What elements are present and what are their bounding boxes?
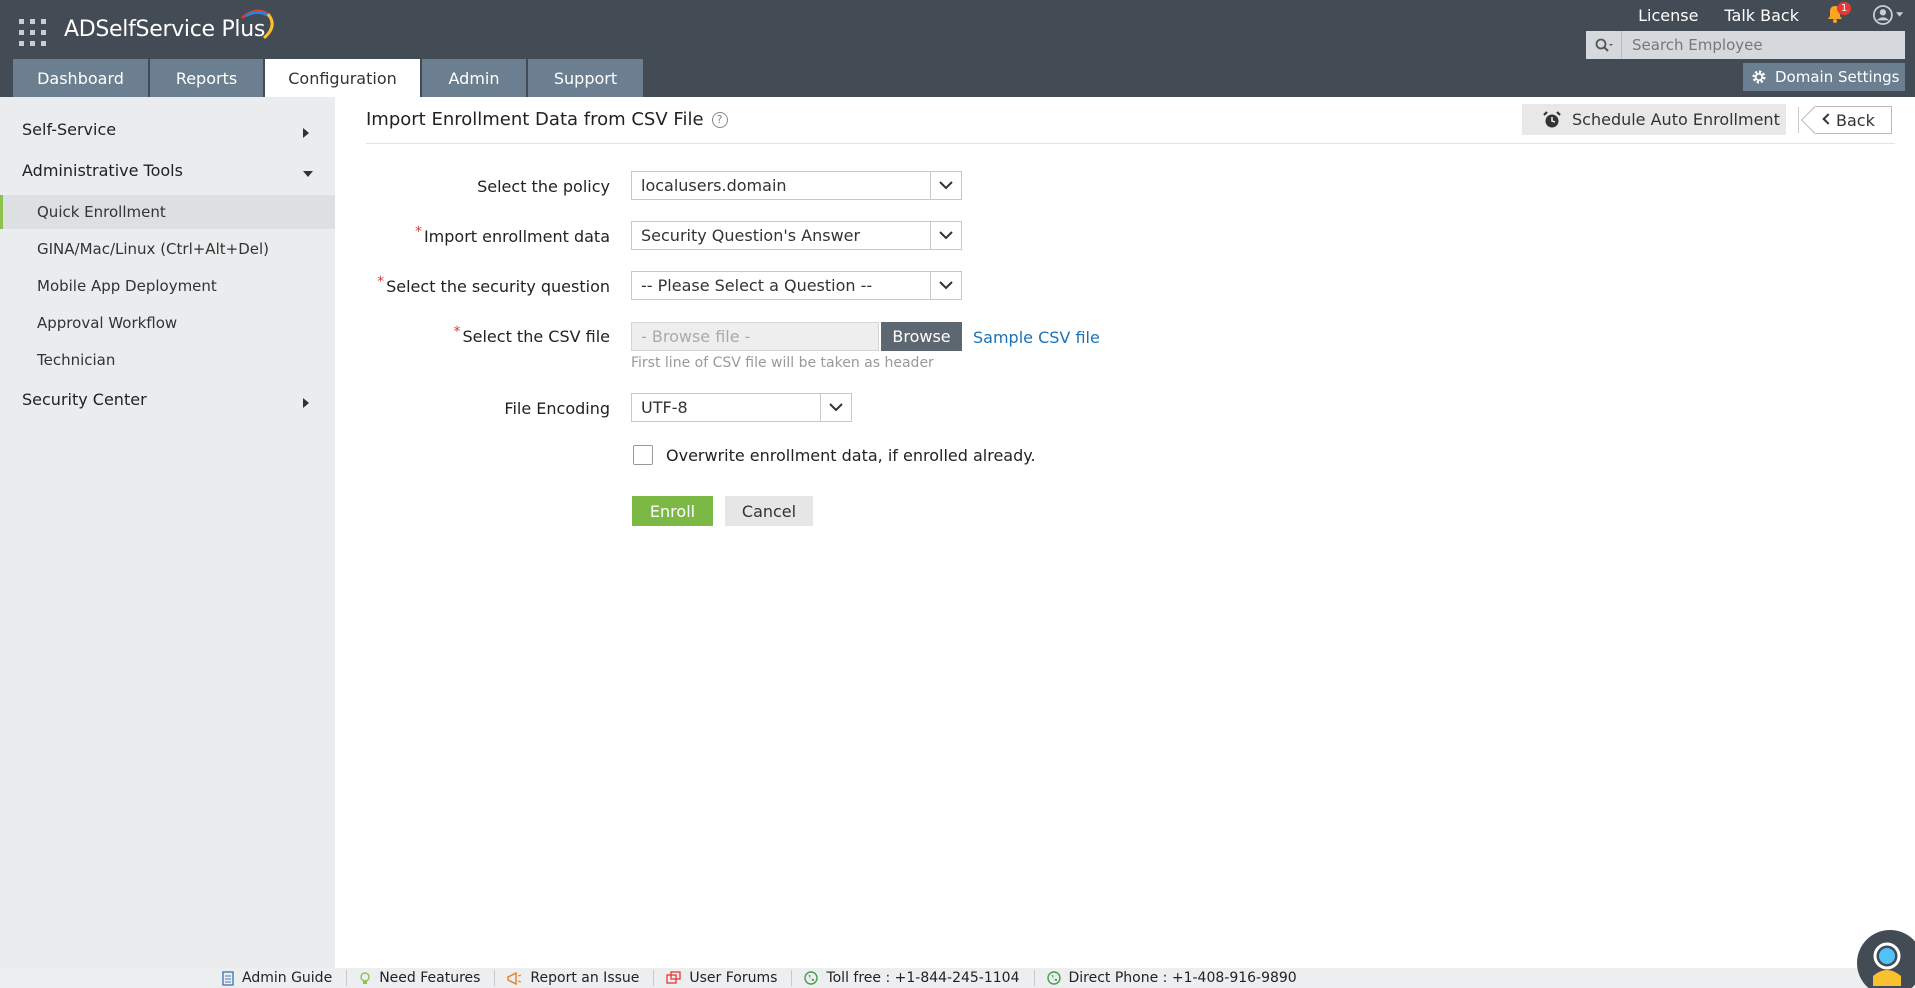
policy-select-value: localusers.domain: [641, 176, 787, 195]
product-logo[interactable]: ADSelfService Plus: [64, 17, 265, 42]
chevron-down-icon[interactable]: [303, 171, 313, 177]
footer-report-issue[interactable]: Report an Issue: [507, 970, 655, 986]
footer-need-features[interactable]: Need Features: [359, 970, 496, 986]
schedule-auto-enrollment-button[interactable]: Schedule Auto Enrollment: [1522, 104, 1786, 135]
cancel-button[interactable]: Cancel: [725, 496, 813, 526]
notification-bell[interactable]: 1: [1825, 2, 1852, 26]
page-title: Import Enrollment Data from CSV File ?: [366, 109, 728, 130]
sidebar-item-gina-mac-linux[interactable]: GINA/Mac/Linux (Ctrl+Alt+Del): [0, 232, 335, 266]
footer-user-forums[interactable]: User Forums: [666, 970, 793, 986]
policy-select[interactable]: localusers.domain: [631, 171, 962, 200]
alarm-clock-icon: [1543, 110, 1561, 127]
main-content: Import Enrollment Data from CSV File ? S…: [335, 97, 1915, 968]
tab-configuration[interactable]: Configuration: [265, 59, 420, 97]
csv-header-hint: First line of CSV file will be taken as …: [631, 355, 934, 371]
lightbulb-icon: [360, 971, 370, 984]
chevron-down-icon[interactable]: [930, 272, 961, 299]
chevron-down-icon[interactable]: [930, 172, 961, 199]
chevron-right-icon[interactable]: [303, 398, 309, 408]
sidebar-section-self-service[interactable]: Self-Service: [22, 120, 116, 139]
phone-icon: [1046, 971, 1061, 985]
footer: Admin Guide Need Features Report an Issu…: [0, 968, 1915, 988]
document-icon: [222, 970, 234, 986]
tab-support[interactable]: Support: [528, 59, 643, 97]
file-encoding-select-value: UTF-8: [641, 398, 688, 417]
import-data-select-value: Security Question's Answer: [641, 226, 861, 245]
required-marker: *: [377, 274, 385, 290]
sidebar: Self-Service Administrative Tools Quick …: [0, 97, 335, 968]
back-button[interactable]: Back: [1814, 106, 1892, 134]
employee-search: [1586, 31, 1905, 59]
chat-agent-icon: [1873, 942, 1901, 986]
search-icon[interactable]: [1586, 31, 1622, 59]
security-question-select[interactable]: -- Please Select a Question --: [631, 271, 962, 300]
sidebar-item-mobile-app-deployment[interactable]: Mobile App Deployment: [0, 269, 335, 303]
csv-file-label: * Select the CSV file: [453, 324, 610, 346]
chevron-down-icon[interactable]: [820, 394, 851, 421]
chevron-right-icon[interactable]: [303, 128, 309, 138]
talk-back-link[interactable]: Talk Back: [1724, 6, 1799, 25]
forum-icon: [666, 971, 682, 984]
import-data-select[interactable]: Security Question's Answer: [631, 221, 962, 250]
gear-icon: [1752, 70, 1766, 84]
app-grid-icon[interactable]: [19, 19, 46, 46]
chevron-down-icon[interactable]: [930, 222, 961, 249]
title-divider: [366, 143, 1895, 144]
help-icon[interactable]: ?: [711, 111, 728, 128]
app-header: ADSelfService Plus License Talk Back 1 S…: [0, 0, 1915, 97]
sidebar-item-quick-enrollment[interactable]: Quick Enrollment: [0, 195, 335, 229]
enroll-button[interactable]: Enroll: [632, 496, 713, 526]
schedule-auto-enrollment-label: Schedule Auto Enrollment: [1572, 110, 1780, 129]
back-label: Back: [1836, 110, 1875, 130]
file-encoding-label: File Encoding: [504, 399, 610, 418]
required-marker: *: [453, 324, 461, 340]
security-question-select-value: -- Please Select a Question --: [641, 276, 873, 295]
required-marker: *: [414, 224, 422, 240]
main-tabs: Dashboard Reports Configuration Admin Su…: [13, 59, 645, 97]
file-encoding-select[interactable]: UTF-8: [631, 393, 852, 422]
browse-button[interactable]: Browse: [881, 322, 962, 351]
footer-admin-guide[interactable]: Admin Guide: [222, 970, 348, 986]
security-question-label: * Select the security question: [377, 274, 610, 296]
toolbar-divider: [1798, 107, 1799, 133]
tab-admin[interactable]: Admin: [422, 59, 526, 97]
search-input[interactable]: [1622, 36, 1902, 54]
import-data-label: * Import enrollment data: [414, 224, 610, 246]
notification-badge: 1: [1837, 2, 1852, 15]
license-link[interactable]: License: [1638, 6, 1698, 25]
footer-toll-free: Toll free : +1-844-245-1104: [804, 970, 1035, 986]
sidebar-section-administrative-tools[interactable]: Administrative Tools: [22, 161, 183, 180]
tab-dashboard[interactable]: Dashboard: [13, 59, 148, 97]
megaphone-icon: [507, 971, 522, 985]
logo-arc-icon: [241, 9, 274, 40]
footer-direct-phone: Direct Phone : +1-408-916-9890: [1046, 970, 1311, 986]
user-menu[interactable]: [1873, 4, 1903, 26]
support-chat-button[interactable]: [1857, 930, 1915, 988]
sidebar-section-security-center[interactable]: Security Center: [22, 390, 147, 409]
sample-csv-link[interactable]: Sample CSV file: [973, 328, 1100, 347]
policy-label: Select the policy: [477, 177, 610, 196]
chevron-left-icon: [1822, 113, 1834, 125]
chevron-down-icon: [1895, 12, 1903, 17]
overwrite-label[interactable]: Overwrite enrollment data, if enrolled a…: [666, 446, 1036, 465]
sidebar-item-approval-workflow[interactable]: Approval Workflow: [0, 306, 335, 340]
domain-settings-button[interactable]: Domain Settings: [1743, 63, 1905, 91]
tab-reports[interactable]: Reports: [150, 59, 263, 97]
sidebar-item-technician[interactable]: Technician: [0, 343, 335, 377]
page-title-text: Import Enrollment Data from CSV File: [366, 109, 704, 130]
domain-settings-label: Domain Settings: [1775, 68, 1900, 86]
overwrite-checkbox[interactable]: [633, 445, 653, 465]
top-links: License Talk Back 1: [1638, 0, 1915, 30]
user-avatar-icon: [1873, 5, 1893, 25]
csv-file-input[interactable]: - Browse file -: [631, 322, 879, 351]
phone-icon: [804, 971, 819, 985]
